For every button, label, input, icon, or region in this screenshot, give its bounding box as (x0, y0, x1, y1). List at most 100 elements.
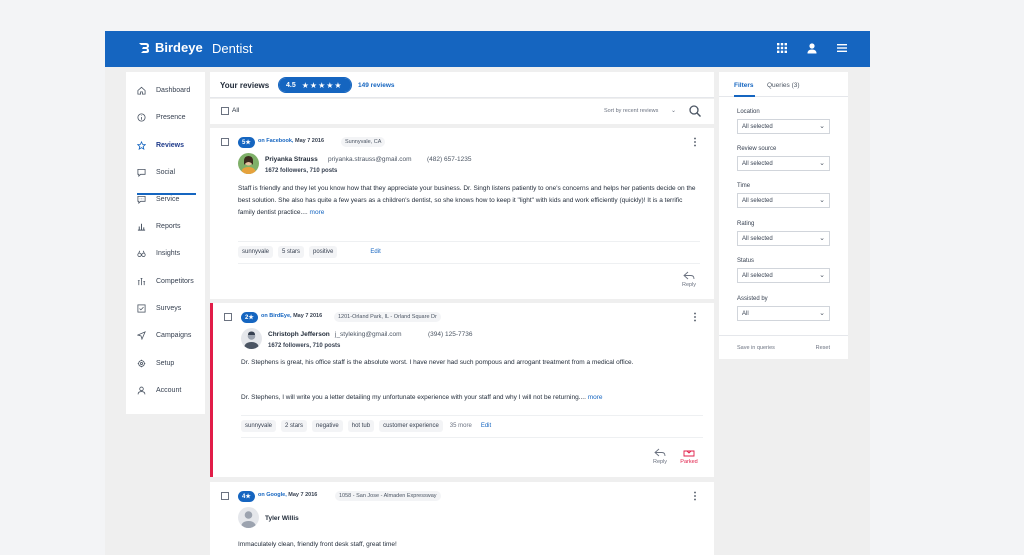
reset-button[interactable]: Reset (816, 345, 830, 351)
edit-tags-link[interactable]: Edit (370, 249, 380, 255)
review-more-link[interactable]: more (310, 209, 325, 216)
save-in-queries-button[interactable]: Save in queries (737, 345, 775, 351)
review-checkbox[interactable] (224, 313, 232, 321)
time-select[interactable]: All selected ⌄ (737, 193, 830, 208)
reviewer-phone: (482) 657-1235 (427, 156, 472, 163)
review-source-name[interactable]: on Facebook, (258, 138, 293, 144)
review-card: 4★ on Google, May 7 2016 1058 - San Jose… (210, 482, 714, 555)
menu-icon[interactable] (836, 41, 848, 53)
review-tag[interactable]: 5 stars (278, 245, 305, 258)
review-location-chip: 1058 - San Jose - Almaden Expressway (335, 491, 441, 501)
divider (238, 263, 700, 264)
active-tab-indicator (734, 95, 755, 97)
filter-label-assisted-by: Assisted by (737, 296, 768, 302)
gear-icon (137, 359, 146, 368)
reviewer-name[interactable]: Priyanka Strauss (265, 156, 318, 163)
review-rating-badge: 2★ (241, 312, 258, 323)
select-all-checkbox[interactable] (221, 107, 229, 115)
page-title: Dentist (212, 41, 253, 56)
reviews-panel: Your reviews 4.5 ★★★★★ 149 reviews All S… (210, 72, 714, 555)
chevron-down-icon: ⌄ (819, 197, 825, 204)
review-more-link[interactable]: more (588, 394, 603, 401)
rating-select[interactable]: All selected ⌄ (737, 231, 830, 246)
sidebar-item-label: Competitors (156, 278, 194, 285)
sidebar-item-service[interactable]: Service (126, 186, 205, 213)
reviewer-followers: 1672 followers, 710 posts (265, 168, 338, 174)
review-text: Staff is friendly and they let you know … (238, 183, 700, 219)
filter-label-status: Status (737, 258, 755, 264)
review-tags: sunnyvale 2 stars negative hot tub custo… (241, 415, 703, 435)
review-date: May 7 2016 (293, 313, 323, 319)
location-select[interactable]: All selected ⌄ (737, 119, 830, 134)
review-tags: sunnyvale 5 stars positive Edit (238, 241, 700, 261)
search-icon[interactable] (688, 104, 702, 118)
more-options-icon[interactable]: ⋮ (690, 137, 700, 148)
overall-rating-stars: ★★★★★ (299, 78, 351, 92)
sidebar-item-reviews[interactable]: Reviews (126, 132, 205, 159)
overall-rating-badge: 4.5 ★★★★★ (278, 77, 352, 93)
assisted-by-select-value: All (742, 311, 749, 317)
sidebar-item-social[interactable]: Social (126, 159, 205, 186)
user-icon[interactable] (806, 41, 818, 54)
review-source-select-value: All selected (742, 161, 773, 167)
edit-tags-link[interactable]: Edit (481, 423, 491, 429)
time-select-value: All selected (742, 198, 773, 204)
review-text: Dr. Stephens is great, his office staff … (241, 359, 634, 366)
reply-button[interactable]: Reply (677, 271, 701, 288)
sidebar-item-setup[interactable]: Setup (126, 350, 205, 377)
chevron-down-icon[interactable]: ⌄ (671, 107, 676, 114)
sidebar-item-campaigns[interactable]: Campaigns (126, 322, 205, 349)
filter-label-time: Time (737, 183, 751, 189)
sidebar-item-competitors[interactable]: Competitors (126, 268, 205, 295)
rating-select-value: All selected (742, 236, 773, 242)
reviews-count-link[interactable]: 149 reviews (358, 82, 395, 89)
sidebar-item-presence[interactable]: Presence (126, 104, 205, 131)
review-text-continued: Dr. Stephens, I will write you a letter … (241, 392, 703, 404)
more-options-icon[interactable]: ⋮ (690, 491, 700, 502)
sidebar-item-label: Insights (156, 250, 181, 257)
reviewer-name[interactable]: Tyler Willis (265, 515, 299, 522)
sidebar: Dashboard Presence Reviews Social Servic… (126, 72, 205, 414)
review-source-name[interactable]: on BirdEye, (261, 313, 292, 319)
review-source: on Facebook, May 7 2016 (258, 138, 324, 144)
status-select-value: All selected (742, 273, 773, 279)
assisted-by-select[interactable]: All ⌄ (737, 306, 830, 321)
parked-button[interactable]: Parked (677, 448, 701, 465)
filter-label-location: Location (737, 109, 760, 115)
review-date: May 7 2016 (288, 492, 318, 498)
reply-button[interactable]: Reply (648, 448, 672, 465)
sidebar-item-account[interactable]: Account (126, 377, 205, 404)
review-tag[interactable]: negative (312, 419, 343, 432)
review-checkbox[interactable] (221, 138, 229, 146)
review-checkbox[interactable] (221, 492, 229, 500)
more-tags-link[interactable]: 35 more (450, 423, 472, 429)
reviewer-name[interactable]: Christoph Jefferson (268, 331, 330, 338)
review-source: on BirdEye, May 7 2016 (261, 313, 322, 319)
review-source-select[interactable]: All selected ⌄ (737, 156, 830, 171)
sidebar-item-label: Campaigns (156, 332, 192, 339)
sidebar-item-dashboard[interactable]: Dashboard (126, 77, 205, 104)
sidebar-item-insights[interactable]: Insights (126, 240, 205, 267)
review-tag[interactable]: 2 stars (281, 419, 308, 432)
status-select[interactable]: All selected ⌄ (737, 268, 830, 283)
review-tag[interactable]: sunnyvale (241, 419, 277, 432)
review-tag[interactable]: hot tub (347, 419, 375, 432)
more-options-icon[interactable]: ⋮ (690, 312, 700, 323)
chevron-down-icon: ⌄ (819, 123, 825, 130)
filter-label-review-source: Review source (737, 146, 777, 152)
review-source-name[interactable]: on Google, (258, 492, 287, 498)
sidebar-item-label: Social (156, 169, 176, 176)
sort-dropdown[interactable]: Sort by recent reviews (604, 108, 658, 114)
apps-grid-icon[interactable] (776, 41, 788, 53)
tab-queries[interactable]: Queries (3) (767, 82, 800, 89)
review-tag[interactable]: customer experience (379, 419, 443, 432)
compare-icon (137, 277, 146, 286)
review-tag[interactable]: positive (309, 245, 338, 258)
review-text-body: Staff is friendly and they let you know … (238, 185, 696, 216)
tab-filters[interactable]: Filters (734, 82, 754, 89)
sidebar-item-surveys[interactable]: Surveys (126, 295, 205, 322)
brand-logo[interactable]: Birdeye (137, 40, 203, 55)
message-icon (137, 195, 146, 204)
sidebar-item-reports[interactable]: Reports (126, 213, 205, 240)
review-tag[interactable]: sunnyvale (238, 245, 274, 258)
